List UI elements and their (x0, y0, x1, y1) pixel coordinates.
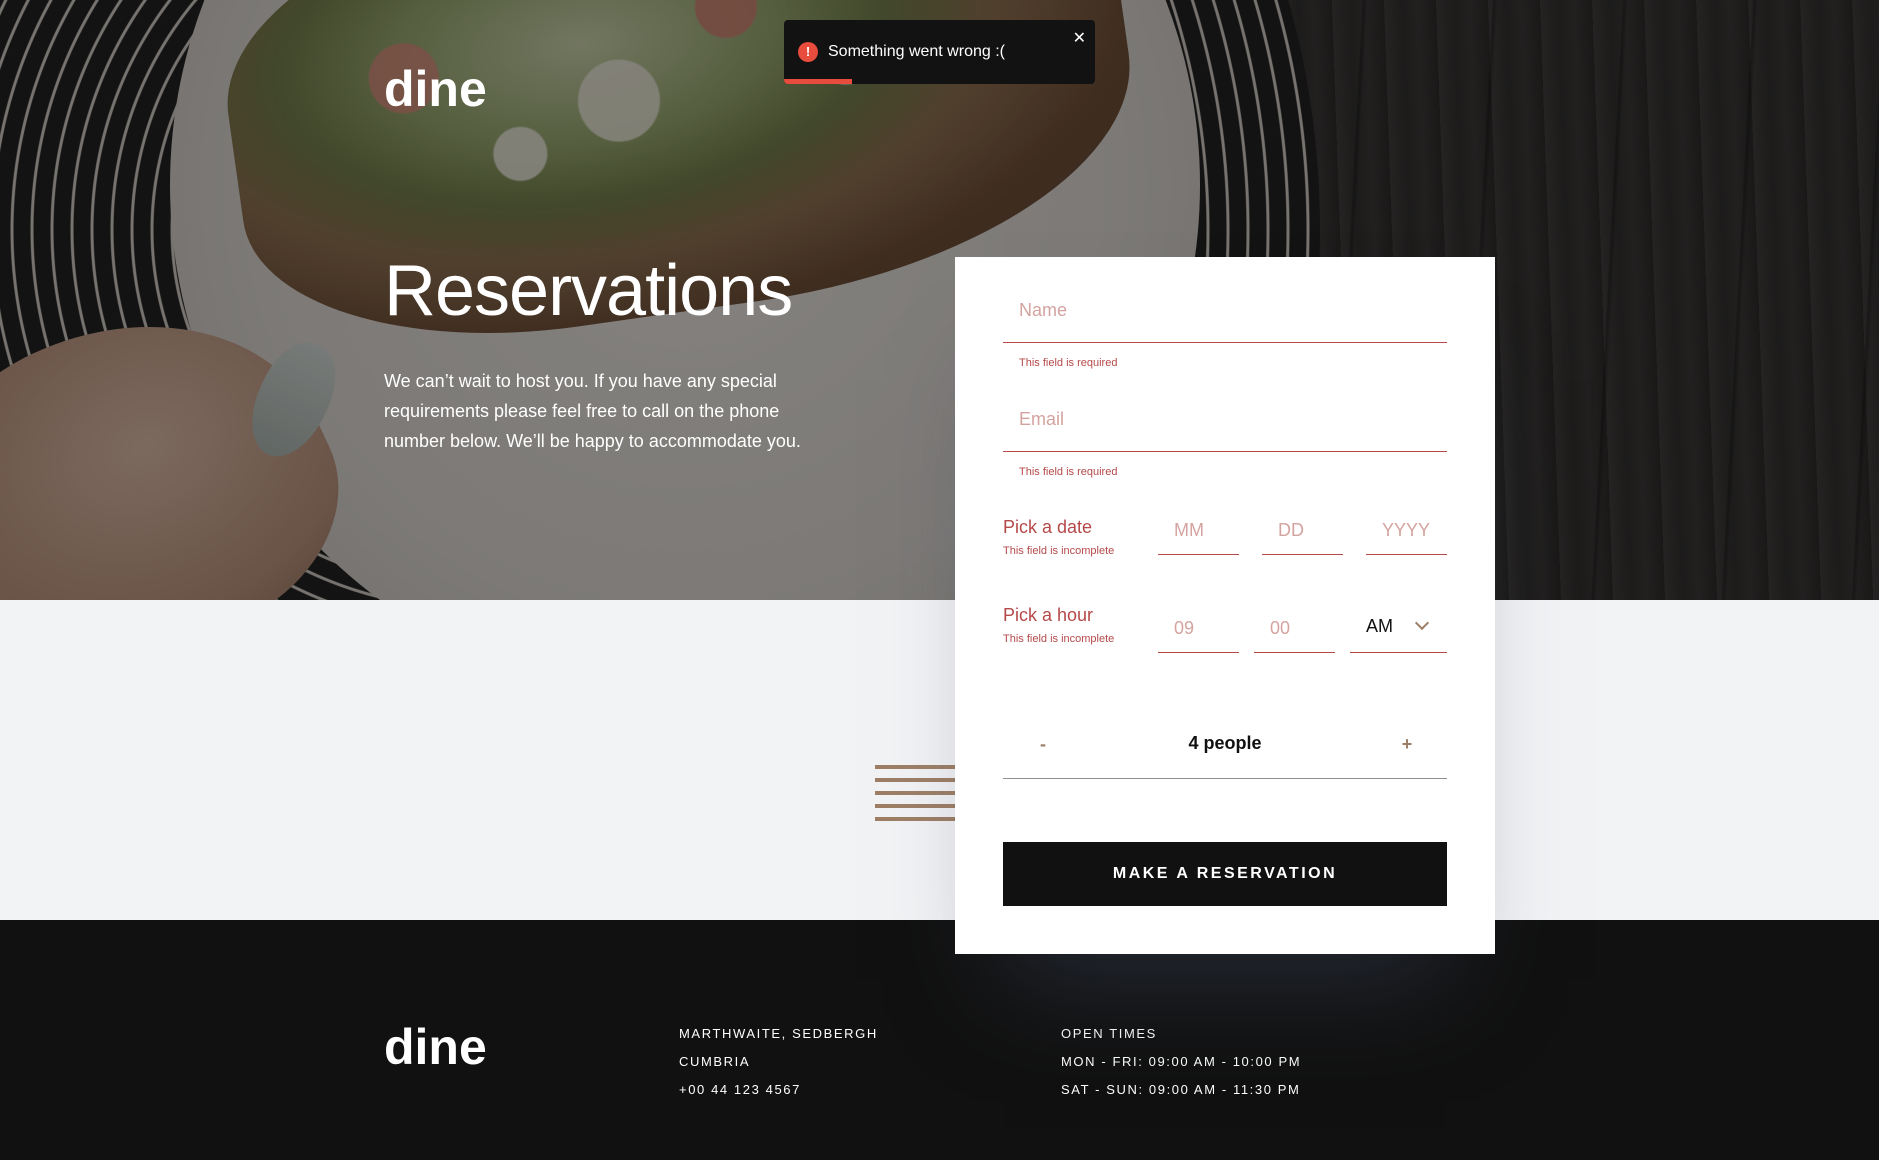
decorative-line (875, 804, 957, 808)
hour-label: Pick a hour (1003, 605, 1094, 625)
period-value: AM (1366, 616, 1393, 636)
hour-error: This field is incomplete (1003, 633, 1115, 645)
reservation-form: This field is required This field is req… (955, 257, 1495, 954)
name-error: This field is required (1019, 357, 1118, 369)
period-select[interactable]: AM (1350, 605, 1447, 653)
decorative-line (875, 817, 957, 821)
footer-address: MARTHWAITE, SEDBERGH CUMBRIA +00 44 123 … (679, 1020, 878, 1104)
make-reservation-button[interactable]: MAKE A RESERVATION (1003, 842, 1447, 906)
hour-input[interactable] (1158, 605, 1239, 653)
decorative-line (875, 778, 957, 782)
error-toast: ! Something went wrong :( ✕ (784, 20, 1095, 84)
email-input[interactable] (1003, 388, 1447, 452)
footer-logo[interactable]: dine (384, 1018, 487, 1076)
date-label: Pick a date (1003, 517, 1093, 537)
increment-people-button[interactable]: + (1395, 729, 1419, 759)
open-times-weekdays: MON - FRI: 09:00 AM - 10:00 PM (1061, 1054, 1302, 1069)
hero-description: We can’t wait to host you. If you have a… (384, 371, 801, 451)
decorative-line (875, 791, 957, 795)
hour-row: Pick a hour This field is incomplete AM (1003, 589, 1447, 653)
decorative-line (875, 765, 957, 769)
minute-input[interactable] (1254, 605, 1335, 653)
toast-progress-bar (784, 79, 853, 84)
people-stepper: - 4 people + (1003, 715, 1447, 779)
close-icon[interactable]: ✕ (1073, 28, 1086, 48)
page-title: Reservations (384, 251, 793, 331)
open-times-weekend: SAT - SUN: 09:00 AM - 11:30 PM (1061, 1082, 1301, 1097)
address-line: CUMBRIA (679, 1054, 751, 1069)
date-error: This field is incomplete (1003, 545, 1115, 557)
chevron-down-icon (1414, 615, 1430, 631)
open-times-heading: OPEN TIMES (1061, 1026, 1157, 1041)
month-input[interactable] (1158, 507, 1239, 555)
name-input[interactable] (1003, 279, 1447, 343)
phone-number: +00 44 123 4567 (679, 1082, 801, 1097)
people-count: 4 people (1188, 733, 1262, 753)
email-error: This field is required (1019, 466, 1118, 478)
alert-icon: ! (798, 42, 818, 62)
year-input[interactable] (1366, 507, 1447, 555)
date-row: Pick a date This field is incomplete (1003, 501, 1447, 565)
email-field-group: This field is required (1003, 388, 1447, 478)
address-line: MARTHWAITE, SEDBERGH (679, 1026, 878, 1041)
hero-overlay (0, 0, 1879, 600)
day-input[interactable] (1262, 507, 1343, 555)
footer-open-times: OPEN TIMES MON - FRI: 09:00 AM - 10:00 P… (1061, 1020, 1301, 1104)
footer: dine MARTHWAITE, SEDBERGH CUMBRIA +00 44… (0, 920, 1879, 1160)
name-field-group: This field is required (1003, 279, 1447, 369)
toast-message: Something went wrong :( (828, 43, 1005, 60)
hero-section: dine Reservations We can’t wait to host … (0, 0, 1879, 600)
decorative-lines (875, 765, 957, 830)
header-logo[interactable]: dine (384, 60, 487, 118)
